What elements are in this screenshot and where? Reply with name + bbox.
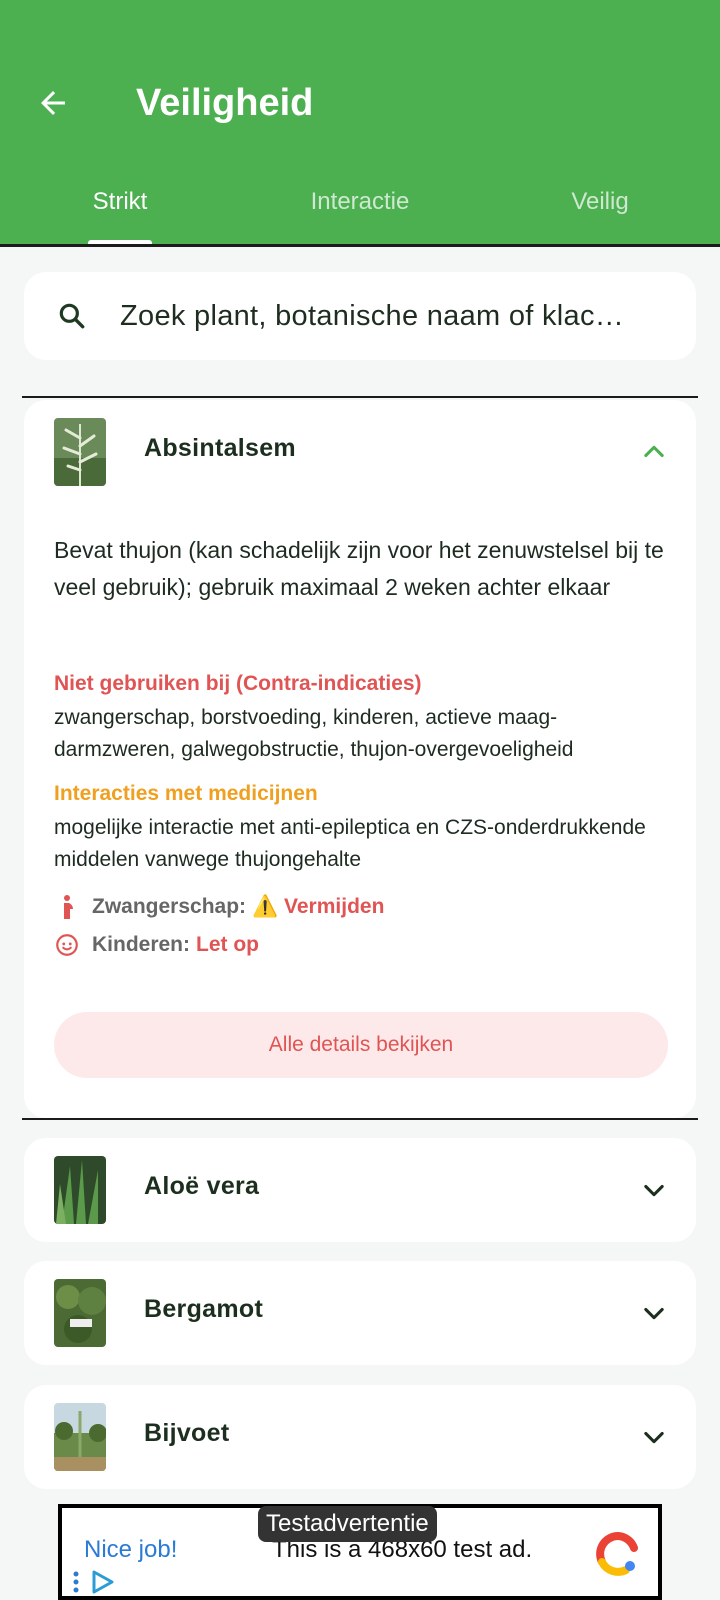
search-icon	[52, 296, 92, 336]
plant-name: Bergamot	[144, 1295, 264, 1323]
children-value: Let op	[196, 933, 260, 956]
back-button[interactable]	[30, 80, 76, 126]
plant-thumbnail	[54, 1279, 106, 1347]
plant-card-header: Aloë vera	[24, 1138, 696, 1242]
pregnancy-row: Zwangerschap: ⚠️ Vermijden	[54, 894, 384, 920]
plant-name: Bijvoet	[144, 1419, 230, 1447]
tab-strikt[interactable]: Strikt	[0, 176, 240, 246]
interactions-text: mogelijke interactie met anti-epileptica…	[54, 816, 646, 871]
pregnancy-label: Zwangerschap:	[92, 895, 247, 918]
view-details-button[interactable]: Alle details bekijken	[54, 1012, 668, 1078]
tab-interactie[interactable]: Interactie	[240, 176, 480, 246]
tab-veilig[interactable]: Veilig	[480, 176, 720, 246]
plant-card-bergamot[interactable]: Bergamot	[24, 1261, 696, 1365]
plant-card-header[interactable]: Absintalsem	[24, 400, 696, 504]
ad-choices-icon[interactable]	[64, 1568, 120, 1596]
plant-card-header: Bijvoet	[24, 1385, 696, 1489]
contra-indications-title: Niet gebruiken bij (Contra-indicaties)	[54, 672, 422, 695]
child-face-icon	[54, 932, 80, 958]
back-arrow-icon	[41, 91, 65, 115]
search-input[interactable]: Zoek plant, botanische naam of klac…	[120, 300, 660, 333]
ad-logo-icon	[596, 1532, 640, 1576]
pregnancy-value: ⚠️ Vermijden	[252, 895, 385, 918]
plant-card-absintalsem: Absintalsem Bevat thujon (kan schadelijk…	[24, 400, 696, 1118]
app-bar: Veiligheid Strikt Interactie Veilig	[0, 0, 720, 246]
interactions-title: Interacties met medicijnen	[54, 782, 318, 805]
list-divider-top	[22, 396, 698, 398]
plant-card-aloe-vera[interactable]: Aloë vera	[24, 1138, 696, 1242]
plant-description: Bevat thujon (kan schadelijk zijn voor h…	[54, 537, 664, 600]
search-bar[interactable]: Zoek plant, botanische naam of klac…	[24, 272, 696, 360]
tab-bar: Strikt Interactie Veilig	[0, 176, 720, 246]
children-row: Kinderen: Let op	[54, 932, 259, 958]
plant-name: Absintalsem	[144, 434, 296, 462]
chevron-down-icon[interactable]	[638, 1174, 670, 1206]
appbar-divider	[0, 244, 720, 247]
chevron-up-icon[interactable]	[638, 436, 670, 468]
children-label: Kinderen:	[92, 933, 191, 956]
page-title: Veiligheid	[136, 82, 314, 124]
plant-card-bijvoet[interactable]: Bijvoet	[24, 1385, 696, 1489]
plant-thumbnail	[54, 1156, 106, 1224]
pregnant-woman-icon	[54, 894, 80, 920]
plant-thumbnail	[54, 418, 106, 486]
plant-thumbnail	[54, 1403, 106, 1471]
ad-label: Testadvertentie	[258, 1506, 437, 1542]
chevron-down-icon[interactable]	[638, 1297, 670, 1329]
chevron-down-icon[interactable]	[638, 1421, 670, 1453]
ad-headline[interactable]: Nice job!	[84, 1536, 177, 1564]
contra-indications-text: zwangerschap, borstvoeding, kinderen, ac…	[54, 706, 574, 761]
plant-card-header: Bergamot	[24, 1261, 696, 1365]
plant-name: Aloë vera	[144, 1172, 260, 1200]
list-divider-bottom	[22, 1118, 698, 1120]
